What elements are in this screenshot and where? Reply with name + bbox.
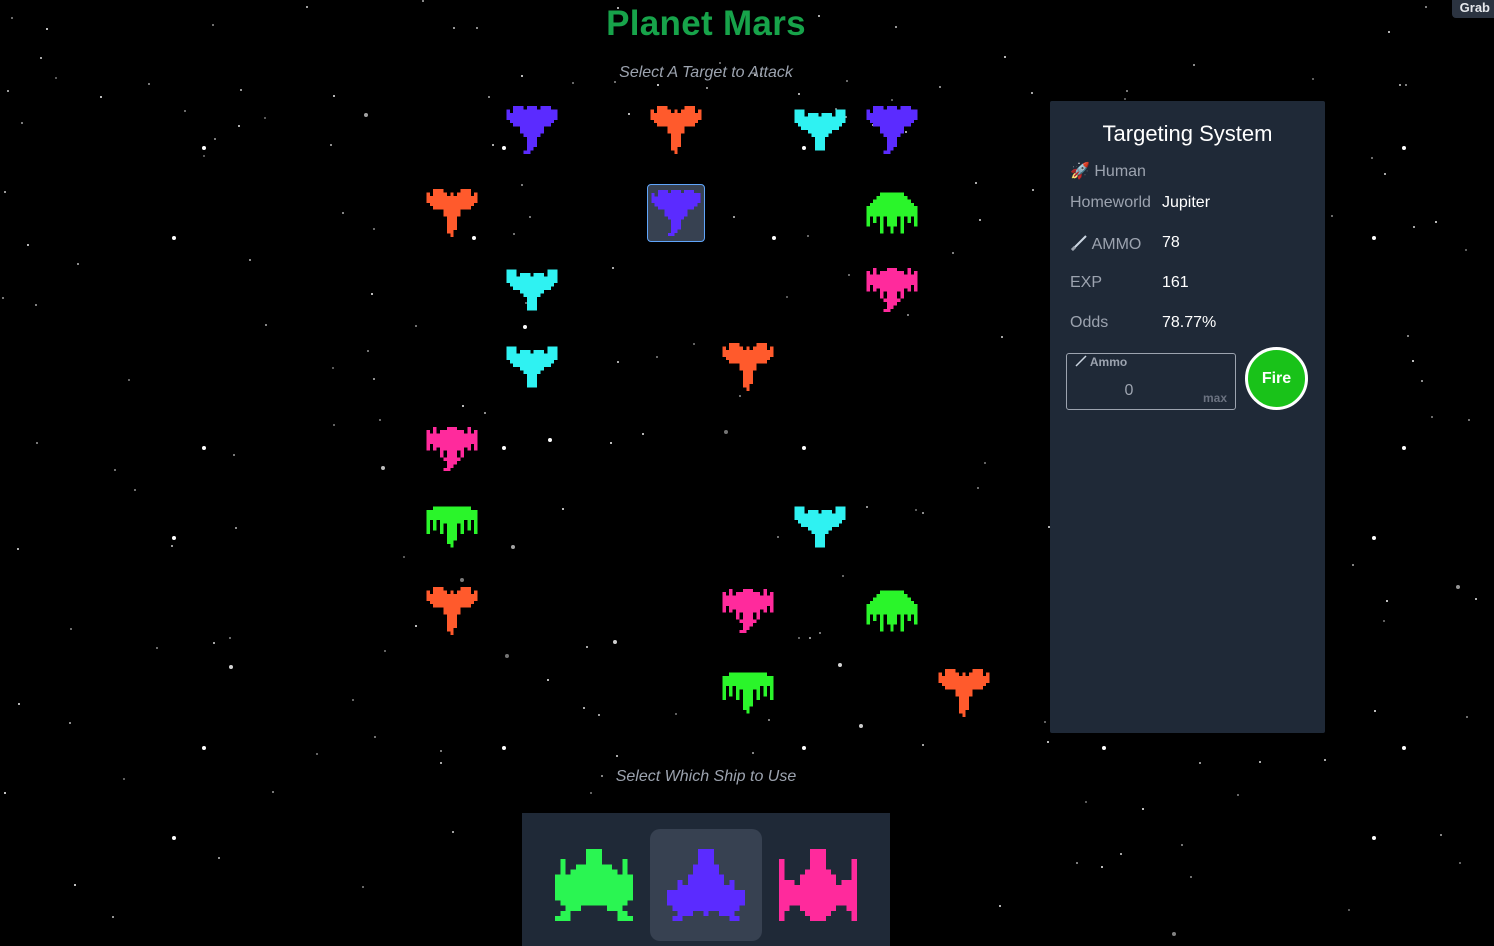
alien-ship-icon bbox=[426, 426, 478, 472]
odds-label: Odds bbox=[1070, 314, 1109, 331]
enemy-ship-selected[interactable] bbox=[647, 184, 705, 242]
enemy-ship[interactable] bbox=[647, 101, 705, 159]
alien-ship-icon bbox=[651, 189, 701, 237]
homeworld-value: Jupiter bbox=[1162, 194, 1211, 211]
enemy-ship[interactable] bbox=[719, 338, 777, 396]
panel-title: Targeting System bbox=[1102, 121, 1273, 146]
enemy-ship[interactable] bbox=[503, 261, 561, 319]
enemy-ship[interactable] bbox=[863, 101, 921, 159]
enemy-ship[interactable] bbox=[423, 582, 481, 640]
targeting-panel: Targeting System 🚀 Human Homeworld Jupit… bbox=[1050, 101, 1325, 733]
ship-prompt: Select Which Ship to Use bbox=[615, 768, 797, 785]
alien-ship-icon bbox=[426, 587, 478, 635]
page-title: Planet Mars bbox=[606, 4, 806, 43]
ammo-input-field[interactable]: Ammo max bbox=[1066, 353, 1236, 410]
enemy-ship[interactable] bbox=[791, 498, 849, 556]
alien-ship-icon bbox=[794, 109, 846, 151]
homeworld-label: Homeworld bbox=[1070, 194, 1151, 211]
alien-ship-icon bbox=[722, 343, 774, 391]
missile-icon bbox=[1070, 235, 1087, 252]
grab-tab[interactable]: Grab bbox=[1451, 0, 1494, 18]
alien-ship-icon bbox=[506, 269, 558, 311]
alien-ship-icon bbox=[794, 506, 846, 548]
alien-ship-icon bbox=[866, 192, 918, 234]
ammo-stat-label: AMMO bbox=[1070, 234, 1141, 254]
enemy-ship[interactable] bbox=[423, 498, 481, 556]
alien-ship-icon bbox=[722, 672, 774, 714]
player-ship-option[interactable] bbox=[762, 829, 874, 941]
enemy-ship[interactable] bbox=[719, 664, 777, 722]
rocket-icon: 🚀 bbox=[1070, 163, 1090, 180]
alien-ship-icon bbox=[722, 588, 774, 634]
enemy-ship[interactable] bbox=[423, 420, 481, 478]
alien-ship-icon bbox=[426, 189, 478, 237]
exp-value: 161 bbox=[1162, 274, 1189, 291]
missile-icon bbox=[1075, 355, 1087, 367]
race-label: 🚀 Human bbox=[1070, 161, 1146, 181]
ammo-input-label: Ammo bbox=[1075, 355, 1127, 369]
alien-ship-icon bbox=[426, 506, 478, 548]
enemy-ship[interactable] bbox=[863, 261, 921, 319]
alien-ship-icon bbox=[650, 106, 702, 154]
alien-ship-icon bbox=[506, 106, 558, 154]
enemy-ship[interactable] bbox=[423, 184, 481, 242]
target-prompt: Select A Target to Attack bbox=[619, 64, 793, 81]
alien-ship-icon bbox=[866, 267, 918, 313]
alien-ship-icon bbox=[938, 669, 990, 717]
enemy-ship[interactable] bbox=[791, 101, 849, 159]
ship-selector bbox=[522, 813, 890, 946]
enemy-ship[interactable] bbox=[503, 101, 561, 159]
enemy-ship[interactable] bbox=[719, 582, 777, 640]
alien-ship-icon bbox=[866, 590, 918, 632]
player-ship-icon bbox=[667, 848, 745, 922]
ammo-label-text: AMMO bbox=[1091, 236, 1142, 253]
enemy-ship[interactable] bbox=[863, 582, 921, 640]
player-ship-icon bbox=[555, 848, 633, 922]
enemy-ship[interactable] bbox=[935, 664, 993, 722]
alien-ship-icon bbox=[506, 346, 558, 388]
enemy-ship[interactable] bbox=[863, 184, 921, 242]
fire-button[interactable]: Fire bbox=[1245, 347, 1308, 410]
player-ship-option[interactable] bbox=[650, 829, 762, 941]
ammo-input[interactable] bbox=[1077, 378, 1181, 404]
player-ship-icon bbox=[779, 848, 857, 922]
race-value: Human bbox=[1094, 163, 1146, 180]
alien-ship-icon bbox=[866, 106, 918, 154]
ammo-value: 78 bbox=[1162, 234, 1180, 251]
max-button[interactable]: max bbox=[1203, 391, 1227, 405]
exp-label: EXP bbox=[1070, 274, 1103, 291]
odds-value: 78.77% bbox=[1162, 314, 1217, 331]
enemy-ship[interactable] bbox=[503, 338, 561, 396]
player-ship-option[interactable] bbox=[538, 829, 650, 941]
